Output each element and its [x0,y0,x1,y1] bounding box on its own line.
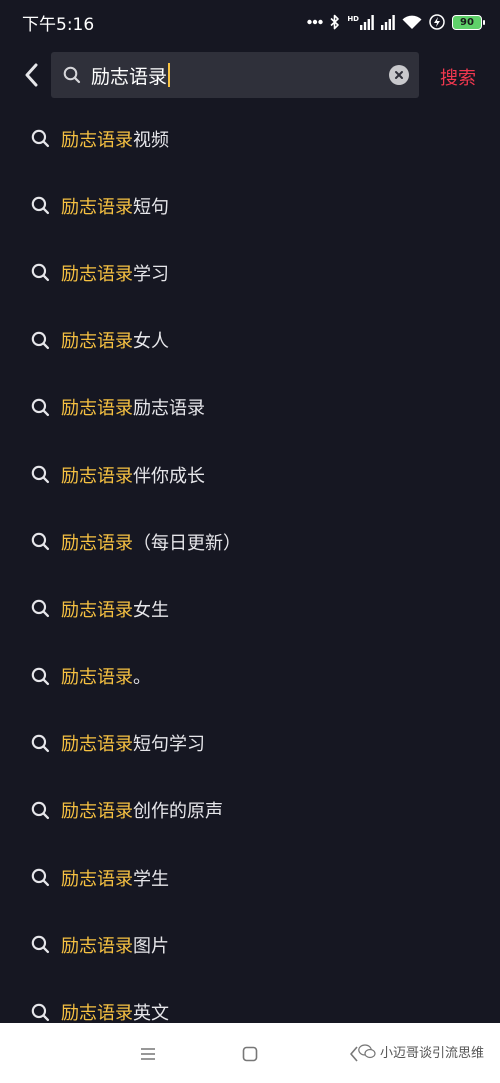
suggestion-text: 视频 [133,129,169,151]
search-icon [31,667,50,686]
status-time: 下午5:16 [22,14,95,35]
suggestion-text: 女生 [133,599,169,621]
signal-hd-icon: HD [347,14,374,30]
bluetooth-icon [330,14,340,30]
suggestion-highlight: 励志语录 [61,532,133,554]
suggestion-highlight: 励志语录 [61,1003,133,1025]
text-caret [168,63,171,87]
suggestion-text: 图片 [133,935,169,957]
battery-level: 90 [460,16,474,28]
wifi-icon [402,15,422,30]
clear-button[interactable] [389,65,409,85]
suggestion-text: 学生 [133,868,169,890]
suggestion-list: 励志语录 视频 励志语录 短句 励志语录 学习 励志语录 女人 励志语录 励志语录 励志语… [0,105,500,1046]
suggestion-text: 励志语录 [133,398,205,420]
search-icon [31,129,50,148]
suggestion-item[interactable]: 励志语录 学习 [0,239,500,306]
suggestion-item[interactable]: 励志语录 学生 [0,844,500,911]
back-button[interactable] [14,58,48,92]
home-button[interactable] [239,1043,261,1065]
suggestion-item[interactable]: 励志语录 励志语录 [0,374,500,441]
system-nav-bar: 小迈哥谈引流思维 [0,1023,500,1083]
suggestion-text: 创作的原声 [133,801,223,823]
suggestion-item[interactable]: 励志语录 短句学习 [0,710,500,777]
suggestion-item[interactable]: 励志语录 短句 [0,172,500,239]
watermark-text: 小迈哥谈引流思维 [380,1046,485,1061]
search-icon [63,66,81,84]
suggestion-text: 英文 [133,1003,169,1025]
suggestion-highlight: 励志语录 [61,801,133,823]
search-icon [31,263,50,282]
suggestion-item[interactable]: 励志语录 女人 [0,307,500,374]
more-dots-icon [307,19,324,25]
search-icon [31,935,50,954]
suggestion-text: 女人 [133,331,169,353]
suggestion-highlight: 励志语录 [61,331,133,353]
search-icon [31,532,50,551]
search-icon [31,599,50,618]
charging-icon [429,14,445,30]
status-bar: 下午5:16 HD 90 [0,0,500,44]
signal-icon [381,14,395,30]
search-icon [31,196,50,215]
suggestion-text: 学习 [133,263,169,285]
network-label: HD [347,14,359,23]
suggestion-text: 短句 [133,196,169,218]
search-icon [31,465,50,484]
suggestion-highlight: 励志语录 [61,868,133,890]
menu-icon [140,1047,156,1061]
search-box[interactable]: 励志语录 [51,52,419,98]
suggestion-text: 。 [133,667,151,689]
clear-icon [394,70,404,80]
suggestion-highlight: 励志语录 [61,196,133,218]
suggestion-item[interactable]: 励志语录 伴你成长 [0,441,500,508]
suggestion-item[interactable]: 励志语录 女生 [0,575,500,642]
search-header: 励志语录 搜索 [0,52,500,98]
menu-button[interactable] [137,1043,159,1065]
suggestion-highlight: 励志语录 [61,465,133,487]
wechat-logo-icon [358,1044,376,1059]
suggestion-item[interactable]: 励志语录 视频 [0,105,500,172]
suggestion-item[interactable]: 励志语录。 [0,643,500,710]
home-square-icon [242,1046,258,1062]
suggestion-item[interactable]: 励志语录 图片 [0,911,500,978]
search-icon [31,1003,50,1022]
suggestion-item[interactable]: 励志语录 创作的原声 [0,777,500,844]
search-icon [31,331,50,350]
search-button[interactable]: 搜索 [440,64,476,90]
chevron-left-icon [24,63,38,87]
suggestion-highlight: 励志语录 [61,263,133,285]
suggestion-highlight: 励志语录 [61,667,133,689]
search-icon [31,734,50,753]
suggestion-text: （每日更新） [133,532,241,554]
suggestion-highlight: 励志语录 [61,734,133,756]
suggestion-highlight: 励志语录 [61,398,133,420]
suggestion-text: 短句学习 [133,734,205,756]
status-icons: HD 90 [307,14,485,30]
battery-icon: 90 [452,14,485,30]
watermark: 小迈哥谈引流思维 [358,1042,484,1061]
search-icon [31,868,50,887]
suggestion-item[interactable]: 励志语录 （每日更新） [0,508,500,575]
suggestion-text: 伴你成长 [133,465,205,487]
suggestion-highlight: 励志语录 [61,599,133,621]
search-icon [31,398,50,417]
suggestion-highlight: 励志语录 [61,935,133,957]
suggestion-highlight: 励志语录 [61,129,133,151]
search-input[interactable]: 励志语录 [91,62,167,89]
search-icon [31,801,50,820]
